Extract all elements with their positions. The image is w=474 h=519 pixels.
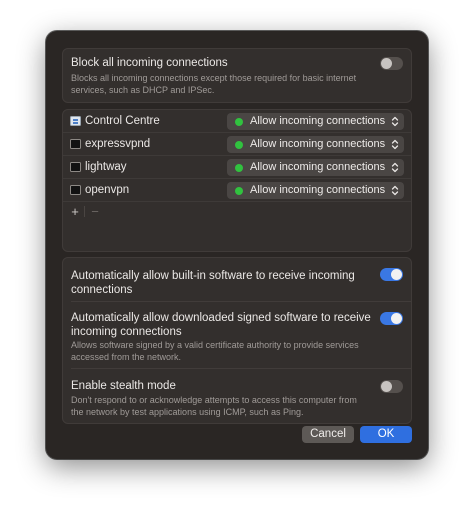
toggle-knob	[391, 313, 402, 324]
divider	[71, 301, 411, 302]
list-controls: + −	[63, 202, 411, 251]
control-centre-icon	[70, 116, 81, 126]
cancel-button[interactable]: Cancel	[302, 426, 354, 443]
chevron-up-down-icon	[391, 116, 399, 127]
remove-app-button[interactable]: −	[86, 204, 104, 219]
toggle-knob	[381, 381, 392, 392]
stealth-mode-toggle[interactable]	[380, 380, 403, 393]
options-section: Automatically allow built-in software to…	[62, 257, 412, 424]
app-name: lightway	[85, 161, 127, 173]
app-row-expressvpnd[interactable]: expressvpnd Allow incoming connections	[63, 133, 411, 156]
app-name: openvpn	[85, 184, 130, 196]
terminal-icon	[70, 139, 81, 149]
policy-label: Allow incoming connections	[250, 184, 386, 196]
app-name: Control Centre	[85, 115, 160, 127]
divider	[71, 368, 411, 369]
stealth-mode-description: Don't respond to or acknowledge attempts…	[71, 395, 357, 417]
app-list: Control Centre Allow incoming connection…	[62, 109, 412, 252]
stealth-mode-title: Enable stealth mode	[71, 380, 176, 392]
terminal-icon	[70, 162, 81, 172]
policy-label: Allow incoming connections	[250, 161, 386, 173]
toggle-knob	[391, 269, 402, 280]
add-app-button[interactable]: +	[66, 204, 84, 219]
app-row-control-centre[interactable]: Control Centre Allow incoming connection…	[63, 110, 411, 133]
chevron-up-down-icon	[391, 139, 399, 150]
block-all-toggle[interactable]	[380, 57, 403, 70]
app-row-lightway[interactable]: lightway Allow incoming connections	[63, 156, 411, 179]
chevron-up-down-icon	[391, 185, 399, 196]
ok-button[interactable]: OK	[360, 426, 412, 443]
status-dot-icon	[235, 163, 243, 172]
policy-select-control-centre[interactable]: Allow incoming connections	[227, 113, 404, 130]
builtin-software-toggle[interactable]	[380, 268, 403, 281]
block-all-title: Block all incoming connections	[71, 57, 228, 69]
block-all-description: Blocks all incoming connections except t…	[71, 73, 357, 95]
builtin-software-title: Automatically allow built-in software to…	[71, 270, 355, 296]
signed-software-title: Automatically allow downloaded signed so…	[71, 312, 371, 338]
app-row-openvpn[interactable]: openvpn Allow incoming connections	[63, 179, 411, 202]
signed-software-description: Allows software signed by a valid certif…	[71, 340, 359, 362]
status-dot-icon	[235, 140, 243, 149]
signed-software-toggle[interactable]	[380, 312, 403, 325]
policy-select-expressvpnd[interactable]: Allow incoming connections	[227, 136, 404, 153]
toggle-knob	[381, 58, 392, 69]
block-all-section: Block all incoming connections Blocks al…	[62, 48, 412, 103]
status-dot-icon	[235, 186, 243, 195]
firewall-options-dialog: Block all incoming connections Blocks al…	[46, 31, 428, 459]
app-name: expressvpnd	[85, 138, 151, 150]
status-dot-icon	[235, 117, 243, 126]
chevron-up-down-icon	[391, 162, 399, 173]
policy-select-openvpn[interactable]: Allow incoming connections	[227, 182, 404, 199]
policy-label: Allow incoming connections	[250, 115, 386, 127]
policy-select-lightway[interactable]: Allow incoming connections	[227, 159, 404, 176]
policy-label: Allow incoming connections	[250, 138, 386, 150]
terminal-icon	[70, 185, 81, 195]
controls-separator	[84, 206, 85, 217]
